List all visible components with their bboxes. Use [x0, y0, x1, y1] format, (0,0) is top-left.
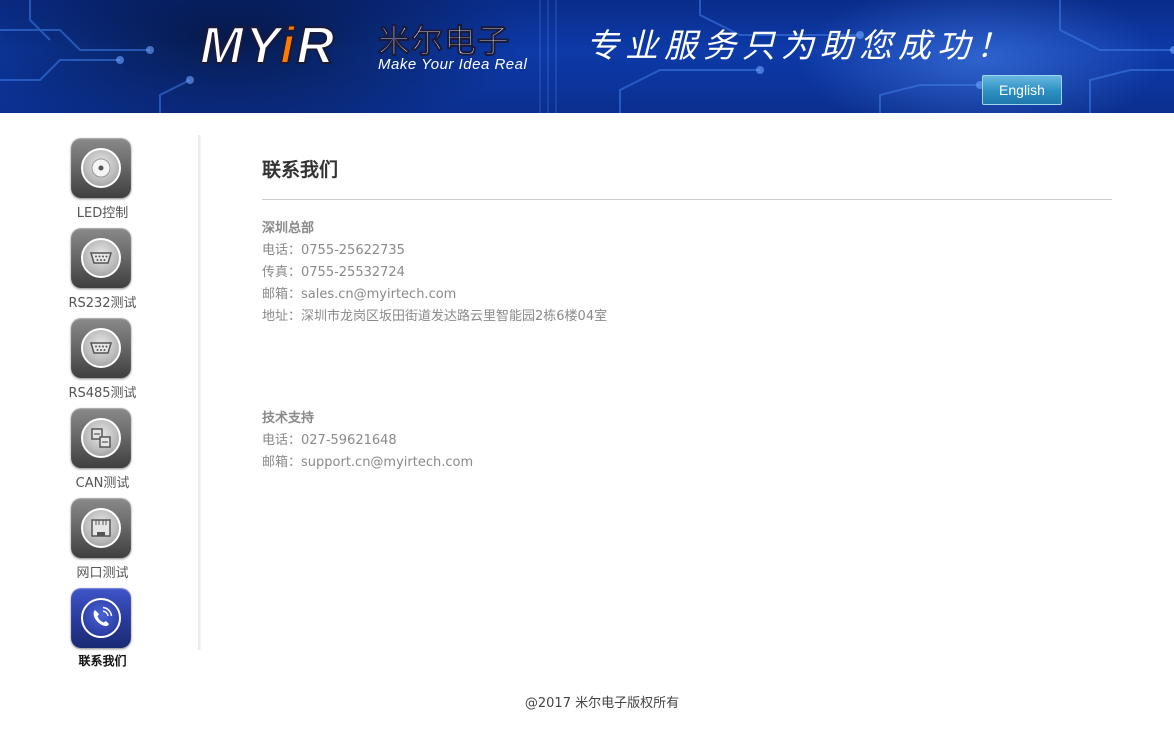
support-email: 邮箱：support.cn@myirtech.com [262, 455, 474, 470]
sidebar-item-contact-us[interactable]: 联系我们 [40, 580, 165, 670]
sidebar-item-rs485-test[interactable]: RS485测试 [40, 310, 165, 401]
hq-heading: 深圳总部 [262, 221, 315, 236]
ethernet-port-icon [71, 498, 131, 558]
header-slogan: 专业服务只为助您成功！ [586, 26, 1015, 65]
led-icon [71, 138, 131, 198]
hq-email: 邮箱：sales.cn@myirtech.com [262, 287, 457, 302]
logo-chinese-name: 米尔电子 [377, 22, 511, 60]
sidebar-item-can-test[interactable]: CAN测试 [40, 400, 165, 491]
support-contact-block: 技术支持 电话：027-59621648 邮箱：support.cn@myirt… [262, 408, 1112, 474]
sidebar-item-ethernet-test[interactable]: 网口测试 [40, 490, 165, 581]
support-phone: 电话：027-59621648 [262, 433, 397, 448]
hq-phone: 电话：0755-25622735 [262, 243, 405, 258]
page-title: 联系我们 [262, 150, 1112, 200]
hq-fax: 传真：0755-25532724 [262, 265, 405, 280]
sidebar-item-led-control[interactable]: LED控制 [40, 130, 165, 221]
hq-address: 地址：深圳市龙岗区坂田街道发达路云里智能园2栋6楼04室 [262, 309, 608, 324]
sidebar-item-label: LED控制 [76, 206, 129, 221]
sidebar-item-label: RS485测试 [68, 386, 137, 401]
myir-logo[interactable]: MYiR 米尔电子 Make Your Idea Real [199, 17, 530, 78]
sidebar-item-label: 联系我们 [78, 654, 127, 668]
header-banner: MYiR 米尔电子 Make Your Idea Real 专业服务只为助您成功… [0, 0, 1174, 113]
serial-port-icon [71, 318, 131, 378]
sidebar-item-label: CAN测试 [75, 476, 130, 491]
sidebar-item-label: RS232测试 [68, 296, 137, 311]
english-language-button[interactable]: English [982, 75, 1062, 105]
main-content: 联系我们 深圳总部 电话：0755-25622735 传真：0755-25532… [262, 150, 1112, 474]
serial-port-icon [71, 228, 131, 288]
sidebar-item-rs232-test[interactable]: RS232测试 [40, 220, 165, 311]
phone-icon [71, 588, 131, 648]
logo-tagline: Make Your Idea Real [378, 56, 528, 73]
sidebar-divider [198, 135, 201, 650]
logo-wordmark: MYiR [199, 17, 337, 75]
can-bus-icon [71, 408, 131, 468]
sidebar-item-label: 网口测试 [76, 566, 129, 581]
footer-copyright: @2017 米尔电子版权所有 [524, 696, 680, 711]
support-heading: 技术支持 [262, 411, 315, 426]
hq-contact-block: 深圳总部 电话：0755-25622735 传真：0755-25532724 邮… [262, 218, 1112, 328]
